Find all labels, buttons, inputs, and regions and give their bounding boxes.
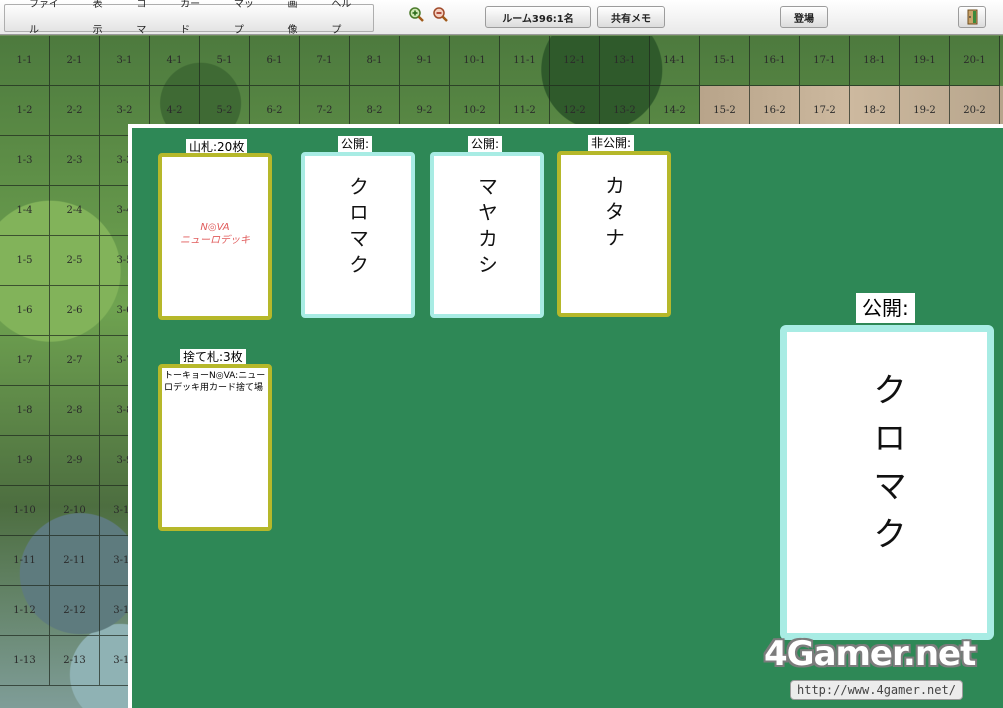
grid-cell[interactable]: 18-1 (850, 36, 900, 86)
discard-label: 捨て札:3枚 (180, 349, 246, 365)
grid-cell[interactable]: 15-1 (700, 36, 750, 86)
grid-cell[interactable]: 1-10 (0, 486, 50, 536)
grid-cell[interactable]: 1-12 (0, 586, 50, 636)
shared-memo-button[interactable]: 共有メモ (597, 6, 665, 28)
hidden-card-label: 非公開: (588, 135, 635, 151)
grid-cell[interactable]: 2-5 (50, 236, 100, 286)
open-card-1[interactable]: クロマク (301, 152, 415, 318)
grid-cell[interactable]: 1-6 (0, 286, 50, 336)
grid-cell[interactable]: 7-1 (300, 36, 350, 86)
grid-cell[interactable]: 1-8 (0, 386, 50, 436)
grid-cell[interactable]: 14-1 (650, 36, 700, 86)
grid-cell[interactable]: 2-3 (50, 136, 100, 186)
deck-card[interactable]: N◎VA ニューロデッキ (158, 153, 272, 320)
grid-cell[interactable]: 8-1 (350, 36, 400, 86)
grid-cell[interactable]: 4-1 (150, 36, 200, 86)
grid-cell[interactable]: 2-11 (50, 536, 100, 586)
deck-card-title: N◎VA (200, 222, 230, 233)
grid-cell[interactable]: 10-1 (450, 36, 500, 86)
toolbar: ファイル 表示 コマ カード マップ 画像 ヘルプ ルーム396:1名 共有メモ 登場 (0, 0, 1003, 36)
enter-button[interactable]: 登場 (780, 6, 828, 28)
grid-cell[interactable]: 2-1 (50, 36, 100, 86)
grid-cell[interactable]: 1-1 (0, 36, 50, 86)
menu-bar: ファイル 表示 コマ カード マップ 画像 ヘルプ (4, 0, 374, 36)
open-card-2-label: 公開: (468, 136, 503, 152)
grid-cell[interactable]: 2-9 (50, 436, 100, 486)
grid-cell[interactable]: 20-1 (950, 36, 1000, 86)
grid-cell[interactable]: 1-5 (0, 236, 50, 286)
grid-cell[interactable]: 2-12 (50, 586, 100, 636)
grid-cell[interactable]: 13-1 (600, 36, 650, 86)
grid-cell[interactable]: 1-7 (0, 336, 50, 386)
grid-cell[interactable]: 1-2 (0, 86, 50, 136)
grid-cell[interactable]: 1-4 (0, 186, 50, 236)
grid-cell[interactable]: 2-8 (50, 386, 100, 436)
preview-card[interactable]: クロマク (780, 325, 994, 640)
grid-cell[interactable]: 2-4 (50, 186, 100, 236)
grid-cell[interactable]: 1-3 (0, 136, 50, 186)
preview-card-name: クロマク (866, 372, 907, 564)
zoom-in-icon[interactable] (408, 6, 424, 22)
hidden-card[interactable]: カタナ (557, 151, 671, 317)
grid-cell[interactable]: 3-1 (100, 36, 150, 86)
deck-card-text: N◎VA ニューロデッキ (162, 221, 268, 247)
grid-cell[interactable]: 1-11 (0, 536, 50, 586)
grid-cell[interactable]: 2-6 (50, 286, 100, 336)
grid-cell[interactable]: 2-7 (50, 336, 100, 386)
room-info-button[interactable]: ルーム396:1名 (485, 6, 591, 28)
grid-cell[interactable]: 19-1 (900, 36, 950, 86)
grid-cell[interactable]: 17-1 (800, 36, 850, 86)
grid-cell[interactable]: 2-10 (50, 486, 100, 536)
grid-cell[interactable]: 9-1 (400, 36, 450, 86)
watermark-logo: 4Gamer.net (764, 634, 976, 674)
open-card-1-label: 公開: (338, 136, 373, 152)
hidden-card-name: カタナ (601, 175, 626, 253)
watermark-url: http://www.4gamer.net/ (790, 680, 963, 700)
grid-cell[interactable]: 1-13 (0, 636, 50, 686)
grid-cell[interactable]: 2-13 (50, 636, 100, 686)
open-card-2[interactable]: マヤカシ (430, 152, 544, 318)
open-card-1-name: クロマク (345, 176, 370, 280)
grid-cell[interactable]: 16-1 (750, 36, 800, 86)
discard-pile-text: トーキョーN◎VA:ニューロデッキ用カード捨て場 (164, 371, 266, 393)
zoom-out-icon[interactable] (432, 6, 448, 22)
grid-cell[interactable]: 5-1 (200, 36, 250, 86)
open-card-2-name: マヤカシ (474, 176, 499, 280)
grid-cell[interactable]: 12-1 (550, 36, 600, 86)
grid-cell[interactable]: 1-9 (0, 436, 50, 486)
exit-icon[interactable] (958, 6, 986, 28)
grid-cell[interactable]: 6-1 (250, 36, 300, 86)
discard-pile[interactable]: トーキョーN◎VA:ニューロデッキ用カード捨て場 (158, 364, 272, 531)
grid-cell[interactable]: 2-2 (50, 86, 100, 136)
preview-label: 公開: (856, 293, 915, 323)
grid-cell[interactable]: 11-1 (500, 36, 550, 86)
deck-card-subtitle: ニューロデッキ (180, 235, 250, 246)
